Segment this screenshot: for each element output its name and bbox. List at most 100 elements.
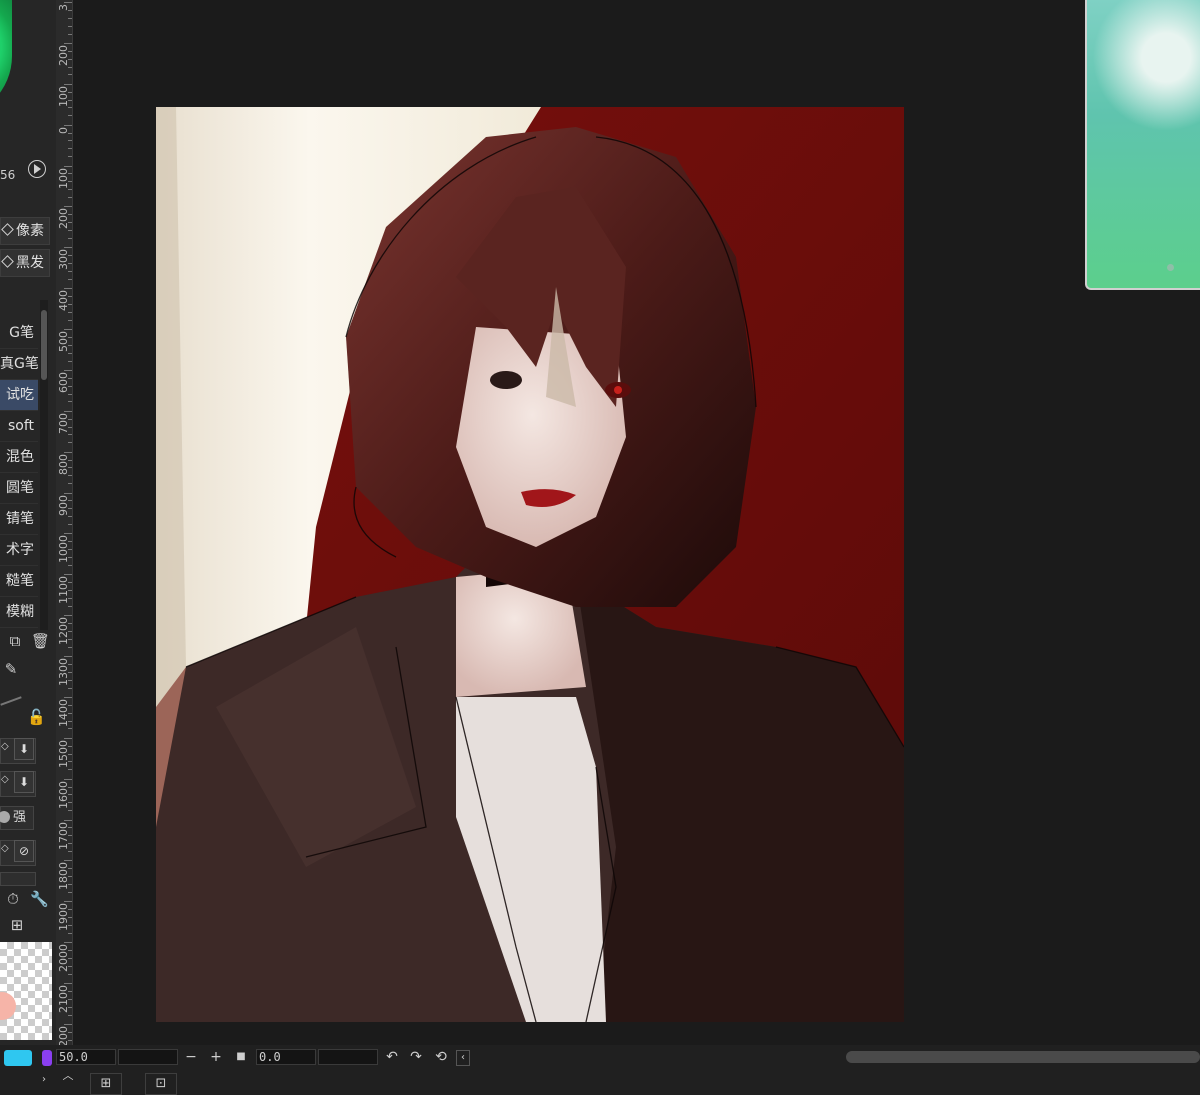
ruler-tick (68, 998, 72, 1000)
ruler-tick (64, 778, 72, 780)
ruler-tick (68, 360, 72, 362)
ruler-tick (68, 377, 72, 379)
ruler-tick (68, 459, 72, 461)
ruler-tick (68, 605, 72, 607)
ruler-tick (68, 255, 72, 257)
sub-tool-black-hair[interactable]: 黑发 (0, 249, 50, 277)
horizontal-scrollbar[interactable] (846, 1051, 1200, 1063)
ruler-tick (68, 884, 72, 886)
reset-rotation-icon[interactable]: ⟲ (433, 1048, 449, 1066)
zoom-out-button[interactable]: − (183, 1048, 199, 1066)
extra-stepper[interactable] (0, 872, 36, 886)
scrollbar-thumb[interactable] (41, 310, 47, 380)
rotation-slider[interactable] (318, 1049, 378, 1065)
color-value: 56 (0, 168, 16, 182)
download-icon[interactable]: ⬇ (14, 738, 34, 760)
stepper-icon: ◇ (1, 774, 9, 785)
chevron-right-icon[interactable]: › (36, 1071, 52, 1089)
artwork-canvas[interactable] (156, 107, 904, 1022)
fit-view-icon[interactable]: ■ (233, 1048, 249, 1066)
collapse-icon[interactable]: ‹ (456, 1050, 470, 1066)
ruler-tick (68, 189, 72, 191)
layout-icon[interactable]: ⊞ (8, 916, 26, 934)
wrench-icon[interactable]: 🔧 (30, 890, 49, 908)
ruler-tick (68, 336, 72, 338)
ruler-tick (68, 671, 72, 673)
ruler-tick (68, 753, 72, 755)
brush-item[interactable]: 真G笔 (0, 349, 38, 380)
ruler-tick (68, 393, 72, 395)
ruler-tick (64, 206, 72, 208)
ruler-tick (68, 623, 72, 625)
brush-item[interactable]: 术字 (0, 535, 38, 566)
ruler-tick (68, 679, 72, 681)
zoom-in-button[interactable]: + (208, 1048, 224, 1066)
brush-tip-dot (0, 992, 16, 1020)
ruler-tick (68, 557, 72, 559)
ruler-tick (68, 278, 72, 280)
rotate-left-icon[interactable]: ↶ (384, 1048, 400, 1066)
lock-icon[interactable]: 🔓 (27, 708, 46, 726)
main-color-chip[interactable] (4, 1050, 32, 1066)
ruler-tick (64, 860, 72, 862)
ruler-tick (68, 352, 72, 354)
ruler-tick (68, 638, 72, 640)
strength-setting[interactable]: 强 (0, 806, 34, 830)
ruler-tick-label: 100 (57, 167, 70, 189)
ruler-tick (68, 214, 72, 216)
layer-panel-icon[interactable]: ⊞ (90, 1073, 122, 1095)
zoom-slider[interactable] (118, 1049, 178, 1065)
ruler-tick (68, 917, 72, 919)
ruler-tick (68, 156, 72, 158)
play-icon[interactable] (28, 160, 46, 178)
view-controls: 50.0 − + ■ 0.0 ↶ ↷ ⟲ ‹ (0, 1047, 1200, 1067)
ruler-tick (68, 516, 72, 518)
brush-item-selected[interactable]: 试吃 (0, 380, 38, 411)
ruler-tick (68, 802, 72, 804)
diamond-icon (1, 223, 14, 236)
brush-item[interactable]: 混色 (0, 442, 38, 473)
brush-item[interactable]: soft (0, 411, 38, 442)
timer-icon[interactable]: ⏱ (4, 890, 22, 908)
ruler-tick (64, 533, 72, 535)
zoom-field[interactable]: 50.0 (56, 1049, 116, 1065)
ruler-tick (68, 263, 72, 265)
ruler-tick (68, 500, 72, 502)
brush-item[interactable]: G笔 (0, 318, 38, 349)
ruler-tick (68, 541, 72, 543)
navigator-preview[interactable] (1085, 0, 1200, 290)
download-icon[interactable]: ⬇ (14, 771, 34, 793)
sub-color-chip[interactable] (42, 1050, 52, 1066)
brush-list-scrollbar[interactable] (40, 300, 48, 630)
rotate-right-icon[interactable]: ↷ (408, 1048, 424, 1066)
ruler-tick (68, 843, 72, 845)
color-wheel[interactable] (0, 0, 12, 118)
ruler-tick (64, 492, 72, 494)
brush-item[interactable]: 糙笔 (0, 566, 38, 597)
slash-box-icon[interactable]: ⊘ (14, 840, 34, 862)
ruler-tick (68, 786, 72, 788)
ruler-tick (64, 656, 72, 658)
brush-item[interactable]: 锖笔 (0, 504, 38, 535)
brush-item[interactable]: 模糊 (0, 597, 38, 628)
vertical-ruler: 3 200 100 0 100 200 300 400 500 600 700 800 900 1000 1… (56, 0, 73, 1045)
camera-icon[interactable]: ⊡ (145, 1073, 177, 1095)
portrait-artwork (156, 107, 904, 1022)
trash-icon[interactable]: 🗑 (31, 632, 50, 650)
ruler-tick (64, 369, 72, 371)
ruler-tick (68, 991, 72, 992)
chevron-up-icon[interactable]: ︿ (60, 1067, 76, 1085)
ruler-tick (68, 876, 72, 878)
bottom-toolbar: › ︿ ⊞ ⊡ (0, 1069, 1200, 1095)
ruler-tick (68, 385, 72, 387)
ruler-tick (64, 451, 72, 453)
rotation-field[interactable]: 0.0 (256, 1049, 316, 1065)
circle-icon (0, 811, 10, 823)
ruler-tick (64, 574, 72, 576)
ruler-tick (68, 508, 72, 510)
ruler-tick (68, 1014, 72, 1016)
sub-tool-pixel[interactable]: 像素 (0, 217, 50, 245)
ruler-tick (68, 66, 72, 68)
brush-item[interactable]: 圆笔 (0, 473, 38, 504)
duplicate-icon[interactable]: ⧉ (6, 632, 24, 650)
